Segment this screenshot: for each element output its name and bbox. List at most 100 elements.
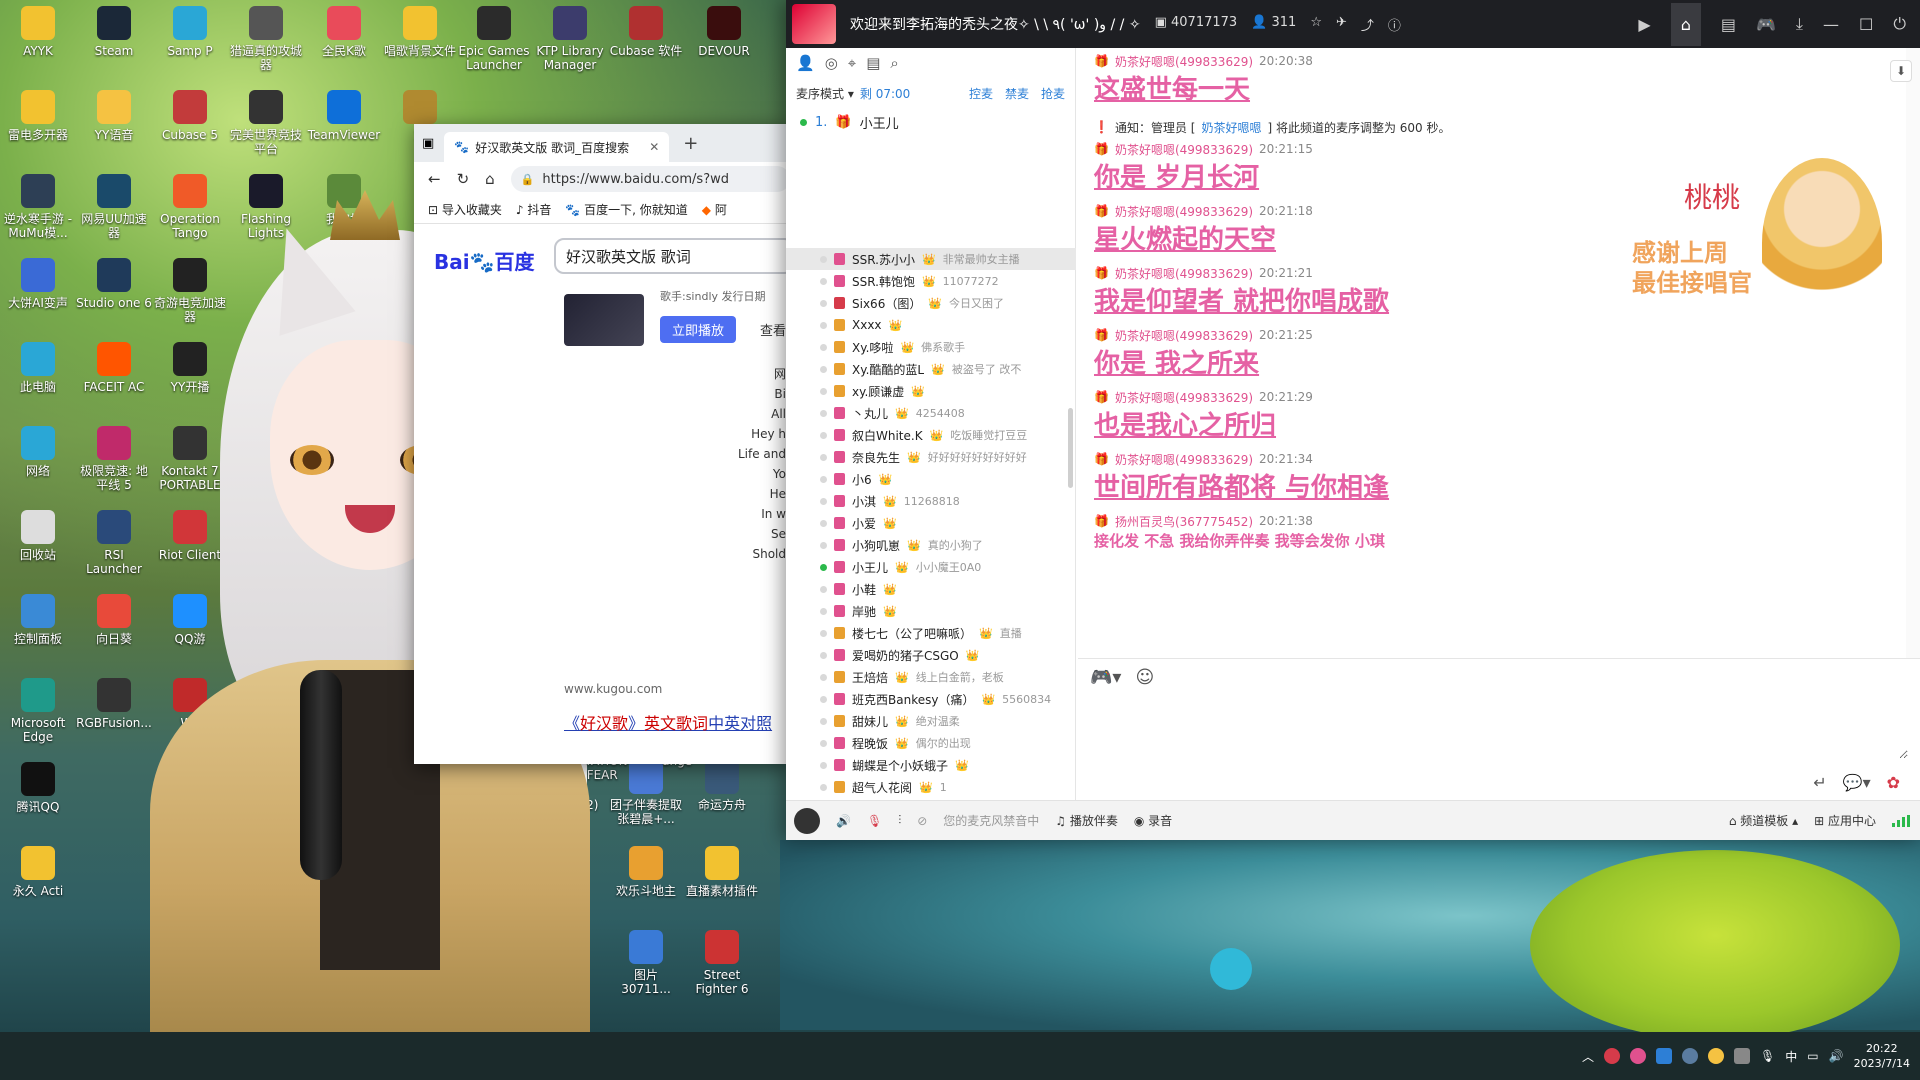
channel-user-row[interactable]: 程晚饭 👑 偶尔的出现 — [786, 732, 1076, 754]
mic-tray-icon[interactable]: 🎙 — [1760, 1049, 1775, 1063]
scroll-down-icon[interactable]: ⬇ — [1890, 60, 1912, 82]
notes-icon[interactable]: ▤ — [866, 54, 880, 72]
netease-music-icon[interactable] — [1604, 1048, 1621, 1064]
desktop-icon[interactable]: 命运方舟 — [684, 760, 760, 812]
channel-user-row[interactable]: Xy.哆啦 👑 佛系歌手 — [786, 336, 1076, 358]
desktop-icon[interactable]: 雷电多开器 — [0, 90, 76, 142]
message-user[interactable]: 奶茶好嗯嗯(499833629) — [1115, 141, 1253, 158]
play-now-button[interactable]: 立即播放 — [660, 316, 737, 343]
mic-off-icon[interactable]: 🎙 — [867, 814, 882, 828]
channel-user-row[interactable]: xy.顾谦虚 👑 — [786, 380, 1076, 402]
search-input[interactable]: 好汉歌英文版 歌词 — [554, 238, 794, 274]
location-icon[interactable]: ⌖ — [848, 54, 856, 72]
refresh-icon[interactable]: ↻ — [457, 170, 470, 188]
self-avatar[interactable] — [794, 807, 820, 834]
desktop-icon[interactable]: TeamViewer — [306, 90, 382, 142]
desktop-icon[interactable]: 猎逼真的攻城 器 — [228, 6, 304, 72]
notice-admin[interactable]: 奶茶好嗯嗯 — [1201, 119, 1261, 136]
channel-user-row[interactable]: 超气人花阅 👑 1 — [786, 776, 1076, 798]
channel-user-row[interactable]: Xxxx 👑 — [786, 314, 1076, 336]
user-list-scrollbar[interactable] — [1068, 408, 1073, 488]
grab-mic-link[interactable]: 抢麦 — [1041, 85, 1065, 102]
tab-close-icon[interactable]: ✕ — [649, 140, 659, 154]
person-icon[interactable]: 👤 — [796, 54, 815, 72]
video-icon[interactable]: ▶ — [1638, 15, 1650, 34]
chat-bubble-icon[interactable]: 💬▾ — [1843, 773, 1871, 792]
channel-user-row[interactable]: 班克西Bankesy（痛） 👑 5560834 — [786, 688, 1076, 710]
desktop-icon[interactable]: 唱歌背景文件 — [382, 6, 458, 58]
song-thumbnail[interactable] — [564, 294, 644, 346]
ime-indicator[interactable]: 中 — [1785, 1048, 1797, 1065]
bookmark-douyin[interactable]: ♪ 抖音 — [516, 201, 552, 218]
app-center-button[interactable]: ⊞ 应用中心 — [1814, 812, 1876, 829]
enter-icon[interactable]: ↵ — [1813, 773, 1826, 792]
bookmark-baidu[interactable]: 🐾 百度一下, 你就知道 — [565, 201, 687, 218]
home-icon[interactable]: ⌂ — [1670, 2, 1701, 46]
volume-icon[interactable]: 🔊 — [1829, 1049, 1844, 1063]
desktop-icon[interactable]: Cubase 软件 — [608, 6, 684, 58]
info-icon[interactable]: ⓘ — [1388, 15, 1401, 34]
channel-user-row[interactable]: SSR.苏小小 👑 非常最帅女主播 — [786, 248, 1076, 270]
desktop-icon[interactable]: YY语音 — [76, 90, 152, 142]
play-accompaniment-button[interactable]: ♫ 播放伴奏 — [1055, 812, 1118, 829]
minimize-icon[interactable]: — — [1823, 15, 1839, 34]
desktop-icon[interactable]: Epic Games Launcher — [456, 6, 532, 72]
channel-user-row[interactable]: Six66（图） 👑 今日又困了 — [786, 292, 1076, 314]
channel-user-row[interactable]: 奈良先生 👑 好好好好好好好好好 — [786, 446, 1076, 468]
steam-tray-icon[interactable] — [1682, 1048, 1699, 1064]
channel-user-row[interactable]: 小王儿 👑 小小魔王0A0 — [786, 556, 1076, 578]
flower-icon[interactable]: ✿ — [1887, 773, 1900, 792]
message-user[interactable]: 奶茶好嗯嗯(499833629) — [1115, 327, 1253, 344]
desktop-icon[interactable]: KTP Library Manager — [532, 6, 608, 72]
channel-user-row[interactable]: 叙白White.K 👑 吃饭睡觉打豆豆 — [786, 424, 1076, 446]
back-arrow-icon[interactable]: ← — [428, 170, 441, 188]
desktop-icon[interactable]: 完美世界竞技 平台 — [228, 90, 304, 156]
tab-list-icon[interactable]: ▣ — [422, 136, 434, 151]
network-icon[interactable]: ▭ — [1807, 1049, 1818, 1063]
game-icon[interactable]: 🎮 — [1756, 15, 1776, 34]
baidu-logo[interactable]: Bai🐾百度 — [434, 246, 535, 275]
chat-input[interactable] — [1090, 699, 1908, 759]
control-mic-link[interactable]: 控麦 — [969, 85, 993, 102]
desktop-icon[interactable]: 全民K歌 — [306, 6, 382, 58]
desktop-icon[interactable]: AYYK — [0, 6, 76, 58]
new-tab-button[interactable]: + — [683, 133, 698, 154]
favorite-star-icon[interactable]: ☆ — [1310, 15, 1322, 34]
maximize-icon[interactable]: ☐ — [1859, 15, 1873, 34]
channel-user-row[interactable]: 爱喝奶的猪子CSGO 👑 — [786, 644, 1076, 666]
mixer-icon[interactable]: ⫶ — [898, 813, 901, 828]
channel-user-row[interactable]: 丶丸儿 👑 4254408 — [786, 402, 1076, 424]
desktop-icon[interactable]: Steam — [76, 6, 152, 58]
home-icon[interactable]: ⌂ — [485, 170, 495, 188]
board-icon[interactable]: ▤ — [1721, 15, 1736, 34]
channel-user-row[interactable]: 岸驰 👑 — [786, 600, 1076, 622]
gamepad-icon[interactable]: 🎮▾ — [1090, 667, 1121, 688]
desktop-icon[interactable]: DEVOUR — [686, 6, 762, 58]
desktop-icon[interactable]: Cubase 5 — [152, 90, 228, 142]
plane-icon[interactable]: ✈ — [1336, 15, 1347, 34]
channel-user-row[interactable]: 小鞋 👑 — [786, 578, 1076, 600]
search-result-link[interactable]: 《好汉歌》英文歌词中英对照 — [564, 710, 772, 734]
channel-user-row[interactable]: 小狗叽崽 👑 真的小狗了 — [786, 534, 1076, 556]
kugou-icon[interactable] — [1656, 1048, 1673, 1064]
record-button[interactable]: ◉ 录音 — [1134, 812, 1172, 829]
channel-avatar[interactable] — [792, 4, 836, 44]
bookmark-ali[interactable]: ◆ 阿 — [702, 201, 727, 218]
ban-mic-link[interactable]: 禁麦 — [1005, 85, 1029, 102]
channel-user-row[interactable]: 小6 👑 — [786, 468, 1076, 490]
source-url[interactable]: www.kugou.com — [564, 682, 662, 696]
channel-user-row[interactable]: 楼七七（公了吧嘛哌） 👑 直播 — [786, 622, 1076, 644]
search-icon[interactable]: ⌕ — [890, 54, 898, 72]
mic-queue-item[interactable]: 1. 🎁 小王儿 — [786, 108, 1075, 136]
channel-user-row[interactable]: 小淇 👑 11268818 — [786, 490, 1076, 512]
browser-tab[interactable]: 🐾 好汉歌英文版 歌词_百度搜索 ✕ — [444, 132, 670, 162]
desktop-icon[interactable]: 直播素材插件 — [684, 846, 760, 898]
message-user[interactable]: 奶茶好嗯嗯(499833629) — [1115, 451, 1253, 468]
mail-icon[interactable] — [1734, 1048, 1751, 1064]
download-icon[interactable]: ⤓ — [1796, 14, 1803, 34]
message-user[interactable]: 奶茶好嗯嗯(499833629) — [1115, 203, 1253, 220]
tray-chevron-icon[interactable]: ︿ — [1582, 1048, 1594, 1065]
tray-app-icon[interactable] — [1630, 1048, 1647, 1064]
message-user[interactable]: 奶茶好嗯嗯(499833629) — [1115, 389, 1253, 406]
channel-user-row[interactable]: SSR.韩饱饱 👑 11077272 — [786, 270, 1076, 292]
